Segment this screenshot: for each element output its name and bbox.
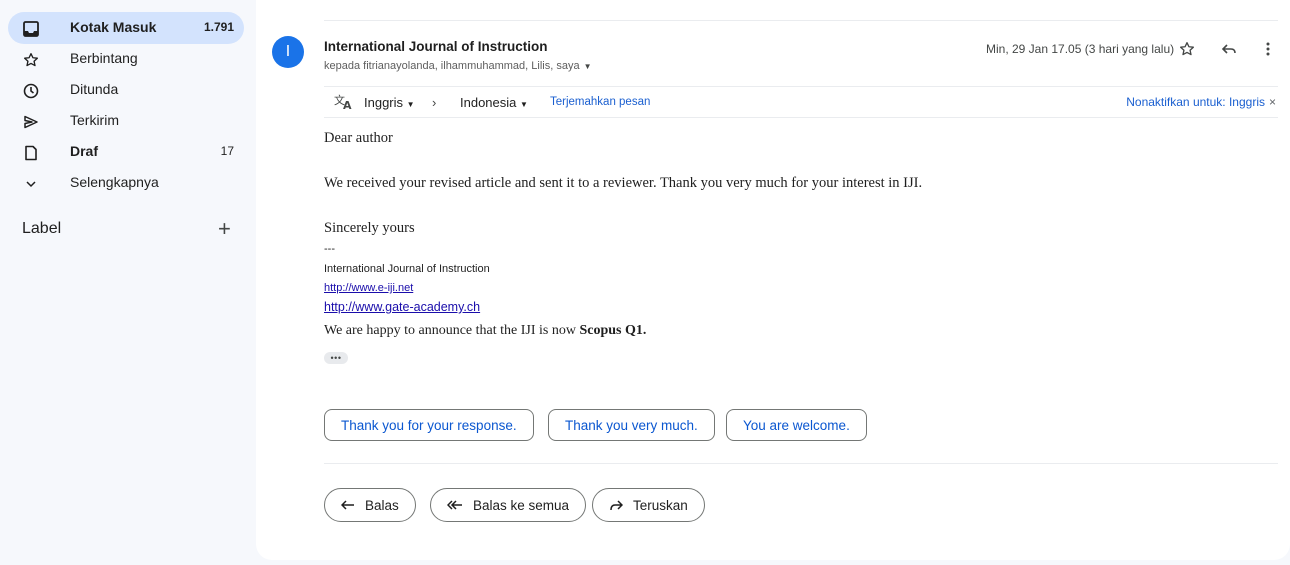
sidebar-item-sent[interactable]: Terkirim — [8, 105, 244, 137]
translate-bar: 文A Inggris ▼ › Indonesia ▼ Terjemahkan p… — [324, 86, 1278, 118]
sidebar-item-label: Terkirim — [70, 112, 119, 128]
sidebar-item-label: Kotak Masuk — [70, 19, 157, 35]
unread-count: 1.791 — [203, 20, 234, 34]
more-vert-icon — [1266, 42, 1270, 56]
clock-icon — [22, 82, 40, 100]
translate-icon: 文A — [334, 93, 354, 115]
reply-all-label: Balas ke semua — [473, 497, 570, 513]
link-e-iji[interactable]: http://www.e-iji.net — [324, 282, 413, 294]
signature-separator: --- — [324, 243, 335, 255]
sidebar: Kotak Masuk 1.791 Berbintang Ditunda Ter… — [0, 0, 248, 565]
greeting: Dear author — [324, 130, 393, 146]
target-language-select[interactable]: Indonesia ▼ — [460, 95, 528, 110]
sidebar-item-inbox[interactable]: Kotak Masuk 1.791 — [8, 12, 244, 44]
closing: Sincerely yours — [324, 220, 415, 236]
target-language-label: Indonesia — [460, 95, 517, 110]
reply-icon — [1221, 44, 1236, 54]
body-paragraph: We received your revised article and sen… — [324, 175, 923, 191]
divider — [324, 463, 1278, 464]
svg-text:A: A — [343, 99, 352, 110]
announcement-text: We are happy to announce that the IJI is… — [324, 323, 580, 338]
disable-translate-label: Nonaktifkan untuk: Inggris — [1126, 95, 1265, 109]
reply-icon — [341, 499, 355, 511]
sidebar-item-label: Draf — [70, 143, 99, 159]
reply-button[interactable]: Balas — [324, 488, 416, 522]
add-label-button[interactable]: + — [218, 218, 231, 240]
smart-reply-1[interactable]: Thank you for your response. — [324, 409, 534, 441]
more-options-button[interactable] — [1257, 38, 1279, 60]
draft-count: 17 — [220, 144, 234, 158]
arrow-right-icon: › — [432, 95, 437, 110]
sidebar-item-snoozed[interactable]: Ditunda — [8, 74, 244, 106]
reply-all-icon — [447, 499, 463, 511]
reply-button[interactable] — [1218, 38, 1240, 60]
caret-down-icon: ▼ — [520, 100, 528, 109]
smart-reply-3[interactable]: You are welcome. — [726, 409, 867, 441]
announcement-bold: Scopus Q1. — [579, 323, 647, 338]
email-view: I International Journal of Instruction k… — [256, 0, 1290, 560]
sidebar-item-label: Ditunda — [70, 81, 119, 97]
link-gate-academy[interactable]: http://www.gate-academy.ch — [324, 300, 480, 314]
avatar[interactable]: I — [272, 36, 304, 68]
divider — [324, 20, 1278, 21]
sidebar-item-starred[interactable]: Berbintang — [8, 43, 244, 75]
forward-button[interactable]: Teruskan — [592, 488, 705, 522]
announcement: We are happy to announce that the IJI is… — [324, 323, 646, 339]
recipients-line[interactable]: kepada fitrianayolanda, ilhammuhammad, L… — [324, 60, 592, 72]
forward-label: Teruskan — [633, 497, 688, 513]
chevron-down-icon — [22, 175, 40, 193]
email-date: Min, 29 Jan 17.05 (3 hari yang lalu) — [986, 42, 1175, 56]
disable-translate-link[interactable]: Nonaktifkan untuk: Inggris × — [1126, 95, 1276, 109]
star-icon — [1180, 42, 1194, 56]
sidebar-item-label: Selengkapnya — [70, 174, 159, 190]
send-icon — [22, 113, 40, 131]
sidebar-item-drafts[interactable]: Draf 17 — [8, 136, 244, 168]
sender-name[interactable]: International Journal of Instruction — [324, 39, 548, 54]
reply-label: Balas — [365, 497, 399, 513]
star-icon — [22, 51, 40, 69]
caret-down-icon: ▼ — [406, 100, 415, 109]
labels-heading: Label — [22, 220, 62, 237]
source-language-select[interactable]: Inggris ▼ — [364, 95, 415, 110]
caret-down-icon[interactable]: ▼ — [584, 62, 592, 71]
show-trimmed-content-button[interactable]: ••• — [324, 352, 348, 364]
inbox-icon — [22, 20, 40, 38]
signature-name: International Journal of Instruction — [324, 263, 490, 275]
source-language-label: Inggris — [364, 95, 404, 110]
sidebar-item-label: Berbintang — [70, 50, 138, 66]
forward-icon — [609, 499, 623, 511]
draft-icon — [22, 144, 40, 162]
sidebar-item-more[interactable]: Selengkapnya — [8, 167, 244, 199]
smart-reply-2[interactable]: Thank you very much. — [548, 409, 715, 441]
recipients-text: kepada fitrianayolanda, ilhammuhammad, L… — [324, 60, 580, 72]
star-button[interactable] — [1176, 38, 1198, 60]
reply-all-button[interactable]: Balas ke semua — [430, 488, 587, 522]
translate-message-link[interactable]: Terjemahkan pesan — [550, 96, 650, 108]
close-icon[interactable]: × — [1269, 95, 1276, 109]
